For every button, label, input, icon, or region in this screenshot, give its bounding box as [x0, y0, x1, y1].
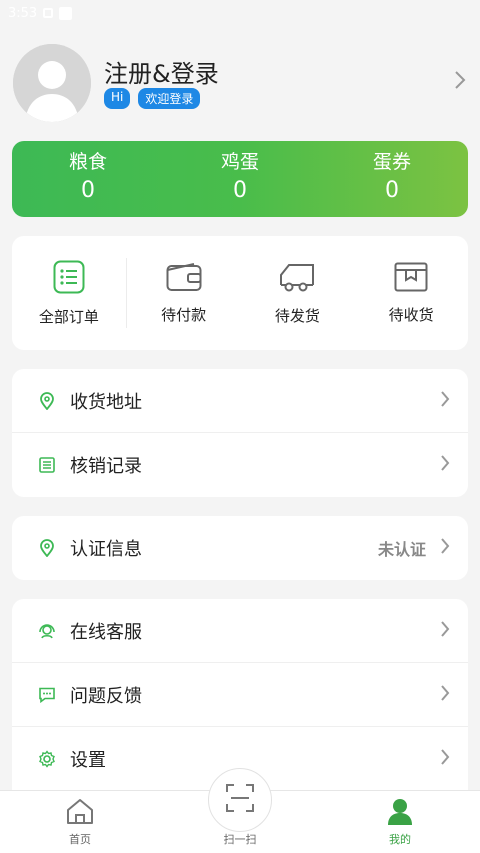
asset-grain[interactable]: 粮食 0: [12, 141, 164, 217]
order-pending-shipment[interactable]: 待发货: [241, 258, 355, 328]
home-icon: [65, 797, 95, 829]
chevron-right-icon[interactable]: [454, 70, 466, 94]
menu-item-label: 收货地址: [70, 391, 142, 413]
chevron-right-icon: [440, 390, 450, 412]
assets-card: 粮食 0 鸡蛋 0 蛋券 0: [12, 141, 468, 217]
chevron-right-icon: [440, 454, 450, 476]
hi-badge: Hi: [104, 88, 131, 109]
welcome-badge: 欢迎登录: [138, 88, 201, 109]
tab-label: 我的: [389, 833, 411, 846]
truck-icon: [279, 261, 315, 297]
verification-status: 未认证: [377, 540, 426, 559]
asset-egg-coupons[interactable]: 蛋券 0: [316, 141, 468, 217]
asset-label: 粮食: [68, 151, 107, 173]
feedback-icon: [38, 686, 56, 704]
order-pending-receipt[interactable]: 待收货: [354, 258, 468, 328]
wallet-icon: [166, 262, 202, 296]
scan-button[interactable]: [208, 768, 272, 832]
order-label: 全部订单: [38, 307, 99, 326]
headset-icon: [38, 622, 56, 640]
menu-item-records[interactable]: 核销记录: [12, 433, 468, 497]
menu-item-verification[interactable]: 认证信息 未认证: [12, 516, 468, 580]
avatar[interactable]: [13, 44, 91, 122]
menu-item-address[interactable]: 收货地址: [12, 369, 468, 433]
menu-item-feedback[interactable]: 问题反馈: [12, 663, 468, 727]
gear-icon: [38, 750, 56, 768]
tab-label: 首页: [69, 833, 91, 846]
asset-value: 0: [81, 178, 95, 203]
app-notification-icon: [59, 6, 73, 20]
order-label: 待收货: [388, 305, 434, 324]
chevron-right-icon: [440, 684, 450, 706]
asset-value: 0: [385, 178, 399, 203]
profile-header[interactable]: 注册&登录 Hi 欢迎登录: [0, 42, 480, 124]
asset-label: 蛋券: [372, 151, 411, 173]
login-register-title[interactable]: 注册&登录: [104, 54, 219, 89]
chevron-right-icon: [440, 748, 450, 770]
menu-item-label: 问题反馈: [70, 685, 142, 707]
tab-mine[interactable]: 我的: [320, 791, 480, 853]
chevron-right-icon: [440, 537, 450, 559]
location-icon: [38, 539, 56, 557]
location-icon: [38, 391, 56, 410]
chevron-right-icon: [440, 620, 450, 642]
menu-group-verification: 认证信息 未认证: [12, 516, 468, 580]
orders-card: 全部订单 待付款 待发货 待收货: [12, 236, 468, 350]
menu-item-label: 设置: [70, 750, 106, 771]
menu-item-label: 核销记录: [70, 456, 142, 477]
menu-group-support: 在线客服 问题反馈 设置: [12, 599, 468, 791]
menu-group-address: 收货地址 核销记录: [12, 369, 468, 497]
asset-eggs[interactable]: 鸡蛋 0: [164, 141, 316, 217]
menu-item-customer-service[interactable]: 在线客服: [12, 599, 468, 663]
order-label: 待发货: [274, 306, 320, 325]
box-icon: [394, 262, 428, 296]
status-bar: 3:53: [0, 0, 480, 26]
tab-home[interactable]: 首页: [0, 791, 160, 853]
asset-value: 0: [233, 178, 247, 203]
order-all[interactable]: 全部订单: [12, 258, 127, 328]
order-pending-payment[interactable]: 待付款: [127, 258, 241, 328]
menu-item-label: 认证信息: [70, 539, 142, 560]
asset-label: 鸡蛋: [220, 151, 259, 173]
status-time: 3:53: [8, 5, 38, 21]
person-icon: [386, 797, 414, 829]
order-label: 待付款: [161, 305, 207, 324]
scan-icon: [225, 783, 255, 817]
notification-icon: [43, 8, 54, 18]
list-icon: [53, 260, 85, 298]
record-icon: [38, 456, 56, 474]
menu-item-label: 在线客服: [70, 621, 142, 643]
tab-label: 扫一扫: [223, 833, 257, 846]
